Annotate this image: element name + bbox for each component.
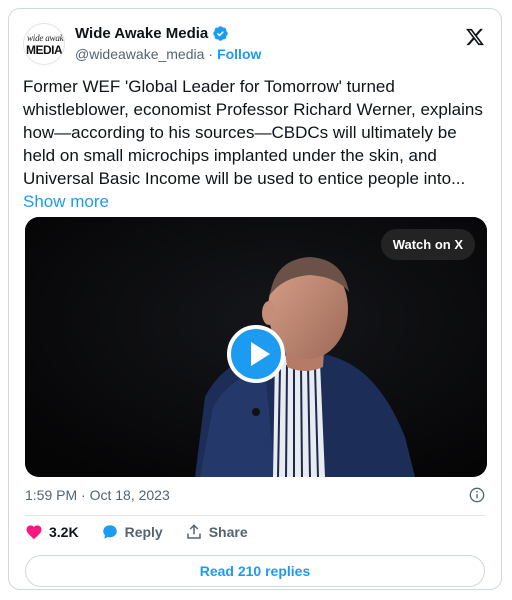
watch-on-x-button[interactable]: Watch on X bbox=[380, 229, 475, 260]
avatar[interactable]: wide awake MEDIA bbox=[23, 23, 65, 65]
separator-dot: · bbox=[208, 46, 214, 62]
reply-label: Reply bbox=[124, 524, 163, 540]
author-handle-row: @wideawake_media · Follow bbox=[75, 46, 261, 62]
author-name-row: Wide Awake Media bbox=[75, 25, 229, 42]
verified-badge-icon bbox=[213, 26, 229, 41]
heart-icon bbox=[26, 525, 42, 540]
like-button[interactable]: 3.2K bbox=[25, 523, 79, 541]
follow-button[interactable]: Follow bbox=[217, 46, 261, 62]
show-more-link[interactable]: Show more bbox=[23, 192, 109, 211]
tweet-text: Former WEF 'Global Leader for Tomorrow' … bbox=[23, 77, 483, 188]
author-handle[interactable]: @wideawake_media bbox=[75, 46, 204, 62]
avatar-text-top: wide awake bbox=[27, 33, 65, 43]
share-label: Share bbox=[208, 524, 248, 540]
reply-bubble-icon bbox=[102, 525, 117, 539]
share-button[interactable]: Share bbox=[185, 523, 248, 541]
tweet-text-block: Former WEF 'Global Leader for Tomorrow' … bbox=[23, 75, 489, 213]
action-bar: 3.2K Reply Share bbox=[25, 523, 270, 541]
avatar-text-bottom: MEDIA bbox=[26, 43, 63, 57]
like-count: 3.2K bbox=[49, 524, 79, 540]
x-logo-icon[interactable] bbox=[465, 27, 485, 47]
tweet-timestamp[interactable]: 1:59 PM · Oct 18, 2023 bbox=[25, 487, 170, 503]
author-name[interactable]: Wide Awake Media bbox=[75, 25, 208, 42]
read-replies-button[interactable]: Read 210 replies bbox=[25, 555, 485, 587]
tweet-header: wide awake MEDIA Wide Awake Media @widea… bbox=[23, 21, 487, 69]
share-upload-icon bbox=[186, 524, 201, 539]
reply-button[interactable]: Reply bbox=[101, 523, 163, 541]
tweet-card: wide awake MEDIA Wide Awake Media @widea… bbox=[8, 8, 502, 590]
play-button-icon[interactable] bbox=[227, 325, 285, 383]
video-player[interactable]: Watch on X bbox=[25, 217, 487, 477]
divider bbox=[25, 515, 485, 516]
info-icon[interactable] bbox=[469, 487, 485, 503]
